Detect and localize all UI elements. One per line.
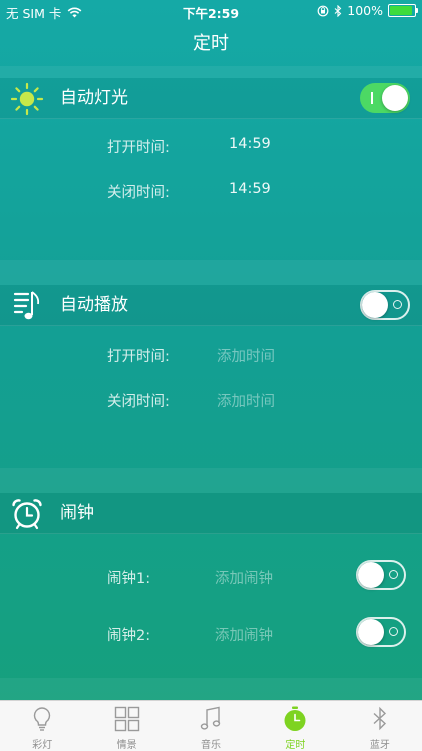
alarm-clock-icon bbox=[12, 499, 42, 530]
auto-light-open-label: 打开时间: bbox=[107, 140, 170, 156]
auto-play-close-add[interactable]: 添加时间 bbox=[217, 390, 275, 411]
alarm-1-add[interactable]: 添加闹钟 bbox=[215, 567, 273, 588]
section-gap bbox=[0, 66, 422, 78]
music-note-icon bbox=[200, 706, 221, 730]
battery-fill bbox=[390, 6, 412, 15]
toggle-knob bbox=[382, 85, 408, 111]
auto-light-close-time[interactable]: 14:59 bbox=[229, 181, 271, 197]
tab-timer[interactable]: 定时 bbox=[253, 701, 337, 751]
toggle-knob bbox=[358, 619, 384, 645]
tab-label: 蓝牙 bbox=[369, 740, 390, 751]
bluetooth-status-icon bbox=[334, 4, 342, 17]
auto-light-title: 自动灯光 bbox=[60, 88, 128, 108]
auto-play-section: 自动播放 打开时间: 添加时间 关闭时间: 添加时间 bbox=[0, 285, 422, 468]
tab-color-light[interactable]: 彩灯 bbox=[0, 701, 84, 751]
page-title: 定时 bbox=[193, 33, 229, 54]
battery-icon bbox=[388, 4, 418, 17]
sun-icon bbox=[10, 82, 44, 116]
toggle-off-mark bbox=[393, 300, 402, 309]
auto-play-title: 自动播放 bbox=[60, 295, 128, 315]
bluetooth-icon bbox=[373, 706, 386, 731]
status-right: 100% bbox=[317, 3, 418, 18]
auto-play-open-label: 打开时间: bbox=[107, 349, 170, 365]
auto-light-header: 自动灯光 bbox=[0, 78, 422, 119]
toggle-knob bbox=[358, 562, 384, 588]
auto-light-open-time[interactable]: 14:59 bbox=[229, 136, 271, 152]
tab-label: 情景 bbox=[116, 740, 137, 751]
grid-icon bbox=[114, 706, 139, 732]
toggle-on-mark bbox=[371, 92, 373, 104]
playlist-music-icon bbox=[13, 291, 40, 320]
tab-bluetooth[interactable]: 蓝牙 bbox=[338, 701, 422, 751]
battery-percent: 100% bbox=[347, 3, 383, 18]
section-gap bbox=[0, 678, 422, 700]
toggle-off-mark bbox=[389, 570, 398, 579]
toggle-knob bbox=[362, 292, 388, 318]
tab-label: 音乐 bbox=[201, 740, 222, 751]
status-bar: 无 SIM 卡 下午2:59 100% bbox=[0, 0, 422, 22]
auto-play-close-label: 关闭时间: bbox=[107, 394, 170, 410]
toggle-off-mark bbox=[389, 627, 398, 636]
nav-bar: 定时 bbox=[0, 22, 422, 66]
auto-play-header: 自动播放 bbox=[0, 285, 422, 326]
auto-light-section: 自动灯光 打开时间: 14:59 关闭时间: 14:59 bbox=[0, 78, 422, 260]
alarm-1-toggle[interactable] bbox=[356, 560, 406, 590]
alarm-2-toggle[interactable] bbox=[356, 617, 406, 647]
section-gap bbox=[0, 260, 422, 285]
tab-scene[interactable]: 情景 bbox=[84, 701, 168, 751]
auto-play-open-add[interactable]: 添加时间 bbox=[217, 345, 275, 366]
tab-label: 定时 bbox=[285, 740, 306, 751]
alarm-section: 闹钟 闹钟1: 添加闹钟 闹钟2: 添加闹钟 bbox=[0, 493, 422, 678]
auto-light-toggle[interactable] bbox=[360, 83, 410, 113]
bulb-icon bbox=[34, 707, 51, 731]
alarm-1-label: 闹钟1: bbox=[107, 571, 151, 587]
alarm-title: 闹钟 bbox=[60, 503, 94, 523]
alarm-header: 闹钟 bbox=[0, 493, 422, 534]
section-gap bbox=[0, 468, 422, 493]
rotation-lock-icon bbox=[317, 5, 329, 16]
tab-bar: 彩灯 情景 音乐 定时 蓝牙 bbox=[0, 700, 422, 751]
auto-play-toggle[interactable] bbox=[360, 290, 410, 320]
alarm-2-add[interactable]: 添加闹钟 bbox=[215, 624, 273, 645]
auto-light-close-label: 关闭时间: bbox=[107, 185, 170, 201]
tab-label: 彩灯 bbox=[32, 740, 53, 751]
alarm-2-label: 闹钟2: bbox=[107, 628, 151, 644]
timer-icon bbox=[284, 706, 306, 731]
tab-music[interactable]: 音乐 bbox=[169, 701, 253, 751]
